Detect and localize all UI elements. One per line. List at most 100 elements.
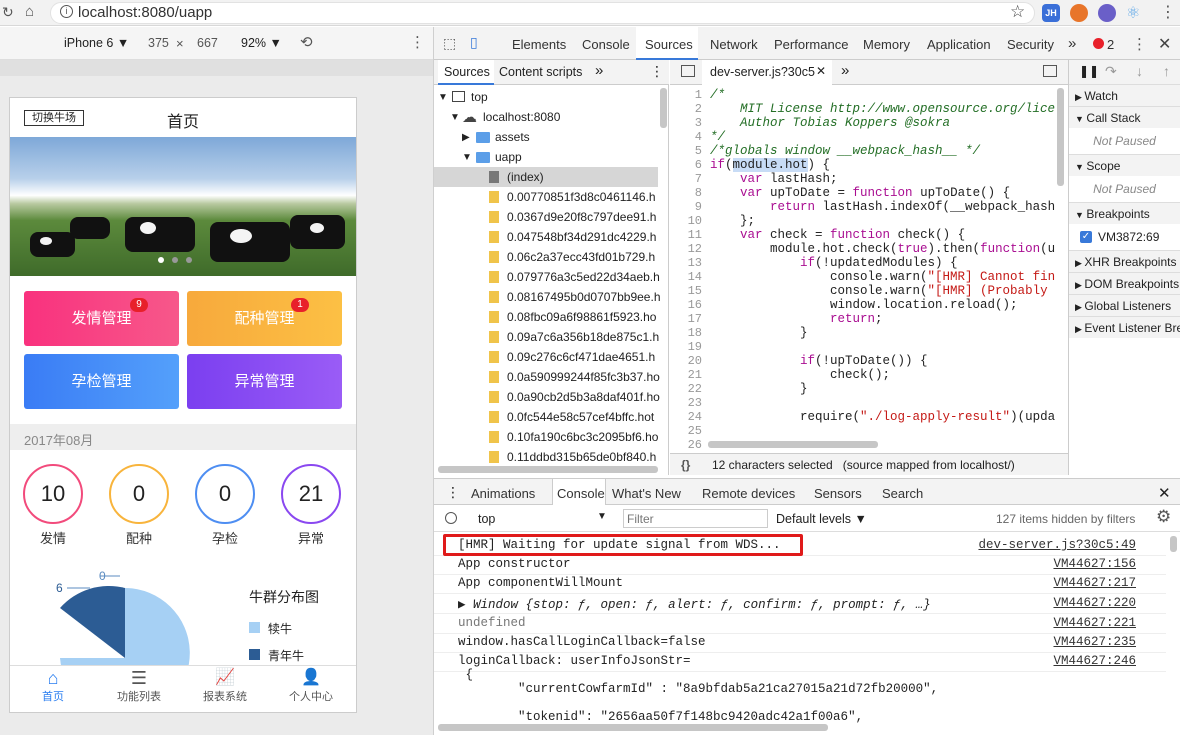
stat-abnormal-circle[interactable]: 21 — [281, 464, 341, 524]
tree-assets[interactable]: assets — [495, 130, 530, 144]
console-source-link[interactable]: VM44627:235 — [1053, 635, 1136, 649]
url-text[interactable]: localhost:8080/uapp — [78, 4, 212, 21]
tree-file[interactable]: 0.0a590999244f85fc3b37.ho — [507, 370, 660, 384]
tree-file[interactable]: 0.08fbc09a6f98861f5923.ho — [507, 310, 656, 324]
reload-icon[interactable]: ↻ — [2, 4, 14, 21]
line-number[interactable]: 25 — [672, 424, 702, 438]
tree-file[interactable]: 0.11ddbd315b65de0bf840.h — [507, 450, 656, 464]
home-icon[interactable]: ⌂ — [25, 3, 34, 20]
editor-more-icon[interactable]: » — [841, 62, 849, 79]
device-width[interactable]: 375 — [148, 36, 169, 50]
section-breakpoints[interactable]: ▼ Breakpoints — [1069, 202, 1180, 224]
toggle-debugger-icon[interactable] — [1043, 65, 1057, 77]
line-number[interactable]: 21 — [672, 368, 702, 382]
tree-top[interactable]: top — [471, 90, 488, 104]
line-number[interactable]: 19 — [672, 340, 702, 354]
device-select[interactable]: iPhone 6 ▼ — [64, 36, 129, 50]
step-out-icon[interactable]: ↑ — [1163, 63, 1170, 79]
tab-performance[interactable]: Performance — [774, 37, 848, 52]
tree-file[interactable]: 0.0a90cb2d5b3a8daf401f.ho — [507, 390, 660, 404]
carousel-dot[interactable] — [158, 257, 164, 263]
line-number[interactable]: 23 — [672, 396, 702, 410]
tab-application[interactable]: Application — [927, 37, 991, 52]
line-number[interactable]: 7 — [672, 172, 702, 186]
line-number[interactable]: 24 — [672, 410, 702, 424]
drawer-tab-animations[interactable]: Animations — [471, 486, 535, 501]
breakpoint-checkbox[interactable]: ✓ — [1080, 231, 1092, 243]
line-number[interactable]: 26 — [672, 438, 702, 452]
section-event[interactable]: ▶ Event Listener Bre — [1069, 316, 1180, 338]
tile-estrus[interactable]: 发情管理 — [24, 291, 179, 346]
console-hscrollbar[interactable] — [438, 724, 828, 731]
extension-icon-orange[interactable] — [1070, 4, 1088, 22]
stat-estrus-circle[interactable]: 10 — [23, 464, 83, 524]
tree-file[interactable]: 0.10fa190c6bc3c2095bf6.ho — [507, 430, 658, 444]
console-scrollbar[interactable] — [1170, 536, 1177, 552]
nav-functions[interactable]: ☰ 功能列表 — [96, 668, 182, 704]
navigator-hscrollbar[interactable] — [438, 466, 658, 473]
bookmark-star-icon[interactable]: ☆ — [1010, 2, 1025, 22]
line-number[interactable]: 4 — [672, 130, 702, 144]
tile-breeding[interactable]: 配种管理 — [187, 291, 342, 346]
tree-selected-row[interactable] — [434, 167, 658, 187]
line-number[interactable]: 3 — [672, 116, 702, 130]
step-into-icon[interactable]: ↓ — [1136, 63, 1143, 79]
log-levels-select[interactable]: Default levels ▼ — [776, 512, 867, 526]
drawer-tab-remote[interactable]: Remote devices — [702, 486, 795, 501]
close-tab-icon[interactable]: ✕ — [816, 64, 826, 78]
tree-arrow[interactable]: ▼ — [450, 112, 460, 123]
extension-jh-icon[interactable]: JH — [1042, 4, 1060, 22]
line-number[interactable]: 6 — [672, 158, 702, 172]
drawer-tab-console[interactable]: Console — [557, 486, 605, 501]
section-watch[interactable]: ▶ Watch — [1069, 84, 1180, 106]
tree-file[interactable]: 0.0367d9e20f8c797dee91.h — [507, 210, 656, 224]
tree-file[interactable]: 0.079776a3c5ed22d34aeb.h — [507, 270, 660, 284]
drawer-tab-whats-new[interactable]: What's New — [612, 486, 681, 501]
line-number[interactable]: 13 — [672, 256, 702, 270]
line-number[interactable]: 22 — [672, 382, 702, 396]
navigator-menu-icon[interactable]: ⋮ — [650, 63, 664, 80]
pretty-print-icon[interactable]: {} — [681, 458, 690, 472]
tree-file[interactable]: 0.08167495b0d0707bb9ee.h — [507, 290, 661, 304]
tile-pregnancy[interactable]: 孕检管理 — [24, 354, 179, 409]
tree-index[interactable]: (index) — [507, 170, 544, 184]
zoom-select[interactable]: 92% ▼ — [241, 36, 282, 50]
tab-elements[interactable]: Elements — [512, 37, 566, 52]
pause-icon[interactable]: ❚❚ — [1079, 64, 1099, 78]
console-settings-icon[interactable]: ⚙ — [1156, 507, 1171, 527]
console-source-link[interactable]: VM44627:246 — [1053, 654, 1136, 668]
inspect-icon[interactable]: ⬚ — [443, 35, 456, 52]
section-dom[interactable]: ▶ DOM Breakpoints — [1069, 272, 1180, 294]
tree-uapp[interactable]: uapp — [495, 150, 522, 164]
console-source-link[interactable]: VM44627:217 — [1053, 576, 1136, 590]
tree-arrow[interactable]: ▼ — [438, 92, 448, 103]
line-number[interactable]: 10 — [672, 214, 702, 228]
line-number[interactable]: 14 — [672, 270, 702, 284]
drawer-tab-sensors[interactable]: Sensors — [814, 486, 862, 501]
browser-menu-icon[interactable]: ⋮ — [1160, 2, 1176, 22]
navigator-scrollbar[interactable] — [660, 88, 667, 128]
tree-arrow[interactable]: ▼ — [462, 152, 472, 163]
tab-network[interactable]: Network — [710, 37, 758, 52]
editor-tab-label[interactable]: dev-server.js?30c5 — [710, 65, 815, 79]
tab-sources[interactable]: Sources — [645, 37, 693, 52]
console-source-link[interactable]: VM44627:221 — [1053, 616, 1136, 630]
line-number[interactable]: 20 — [672, 354, 702, 368]
tree-file[interactable]: 0.09a7c6a356b18de875c1.h — [507, 330, 659, 344]
step-over-icon[interactable]: ↷ — [1105, 63, 1117, 80]
section-global[interactable]: ▶ Global Listeners — [1069, 294, 1180, 316]
line-number[interactable]: 15 — [672, 284, 702, 298]
nav-reports[interactable]: 📈 报表系统 — [182, 668, 268, 704]
clear-console-icon[interactable] — [445, 512, 457, 524]
line-number[interactable]: 16 — [672, 298, 702, 312]
tree-file[interactable]: 0.0fc544e58c57cef4bffc.hot — [507, 410, 654, 424]
line-number[interactable]: 17 — [672, 312, 702, 326]
context-dropdown-icon[interactable]: ▼ — [597, 511, 607, 522]
tab-memory[interactable]: Memory — [863, 37, 910, 52]
tree-arrow[interactable]: ▶ — [462, 132, 470, 143]
line-number[interactable]: 5 — [672, 144, 702, 158]
tab-security[interactable]: Security — [1007, 37, 1054, 52]
drawer-tab-search[interactable]: Search — [882, 486, 923, 501]
console-filter-input[interactable] — [623, 509, 768, 528]
carousel-dot[interactable] — [186, 257, 192, 263]
